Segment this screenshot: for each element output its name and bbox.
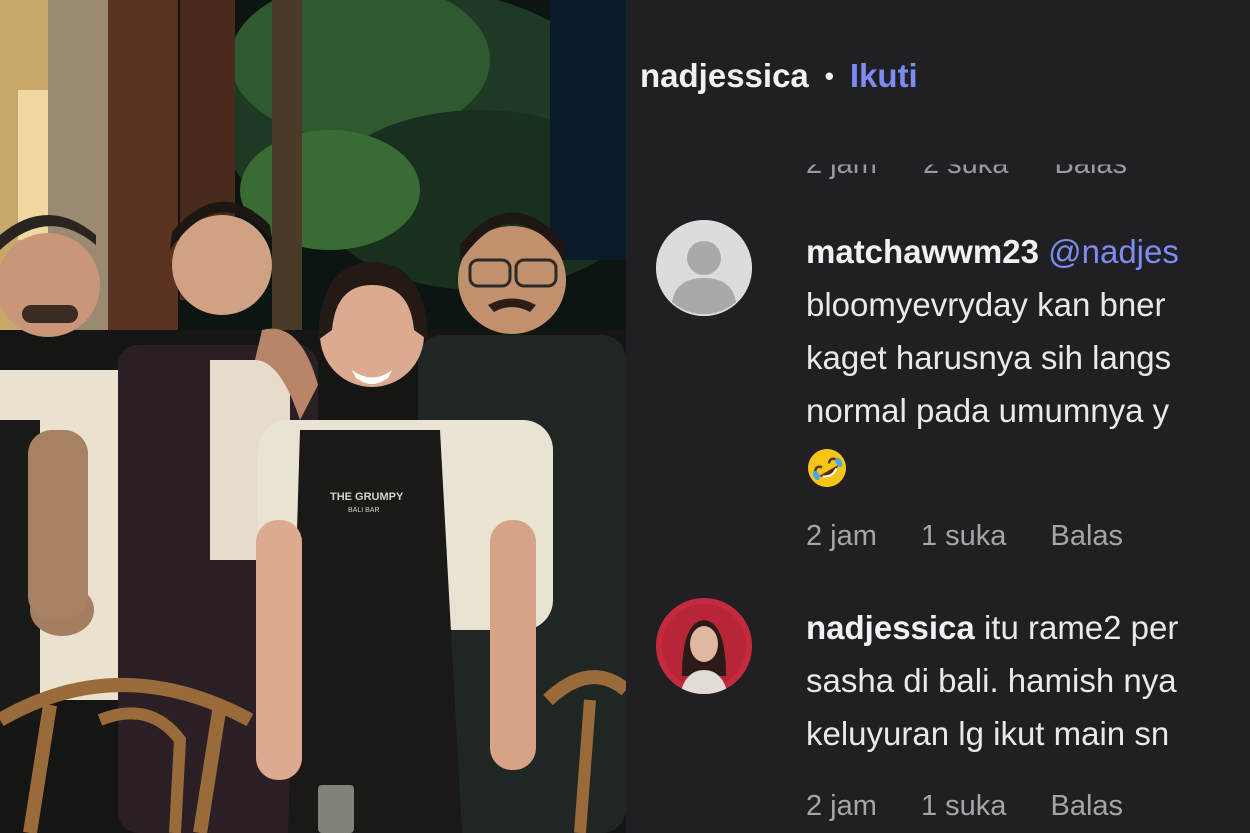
comment-line: bloomyevryday kan bner xyxy=(806,286,1166,323)
rolling-laughing-emoji-icon xyxy=(808,449,846,487)
mention-link[interactable]: @nadjes xyxy=(1048,233,1179,270)
comments-panel: nadjessica • Ikuti 2 jam 2 suka Balas ma… xyxy=(626,0,1250,833)
previous-comment-meta: 2 jam 2 suka Balas xyxy=(806,148,1165,182)
follow-button[interactable]: Ikuti xyxy=(850,57,918,95)
comment-time: 2 jam xyxy=(806,148,877,181)
photo-illustration: THE GRUMPY BALI BAR xyxy=(0,0,626,833)
apron-logo-subtext: BALI BAR xyxy=(348,507,380,514)
default-avatar-icon[interactable] xyxy=(656,220,752,316)
comment-body: matchawwm23 @nadjes bloomyevryday kan bn… xyxy=(806,225,1179,504)
post-author-username[interactable]: nadjessica xyxy=(640,57,809,95)
comment-line: itu rame2 per xyxy=(983,609,1179,646)
comment-line: normal pada umumnya y xyxy=(806,392,1170,429)
comment-username[interactable]: matchawwm23 xyxy=(806,233,1039,270)
post-header: nadjessica • Ikuti xyxy=(640,52,918,100)
profile-avatar[interactable] xyxy=(656,598,752,694)
comment-username[interactable]: nadjessica xyxy=(806,609,975,646)
comment-meta: 2 jam 1 suka Balas xyxy=(806,790,1159,823)
apron-logo-text: THE GRUMPY xyxy=(330,491,404,503)
comment-body: nadjessica itu rame2 per sasha di bali. … xyxy=(806,601,1178,760)
comment-line: kaget harusnya sih langs xyxy=(806,339,1172,376)
comment-time: 2 jam xyxy=(806,790,877,822)
like-count[interactable]: 1 suka xyxy=(921,520,1006,552)
comment-time: 2 jam xyxy=(806,520,877,552)
comment-meta: 2 jam 1 suka Balas xyxy=(806,520,1159,553)
comment-line: sasha di bali. hamish nya xyxy=(806,662,1177,699)
group-photo: THE GRUMPY BALI BAR xyxy=(0,0,626,833)
like-count[interactable]: 2 suka xyxy=(923,165,1008,181)
header-separator: • xyxy=(824,60,834,91)
comment-line: keluyuran lg ikut main sn xyxy=(806,715,1170,752)
reply-button[interactable]: Balas xyxy=(1051,520,1124,552)
reply-button[interactable]: Balas xyxy=(1055,165,1128,181)
like-count[interactable]: 1 suka xyxy=(921,790,1006,822)
reply-button[interactable]: Balas xyxy=(1051,790,1124,822)
